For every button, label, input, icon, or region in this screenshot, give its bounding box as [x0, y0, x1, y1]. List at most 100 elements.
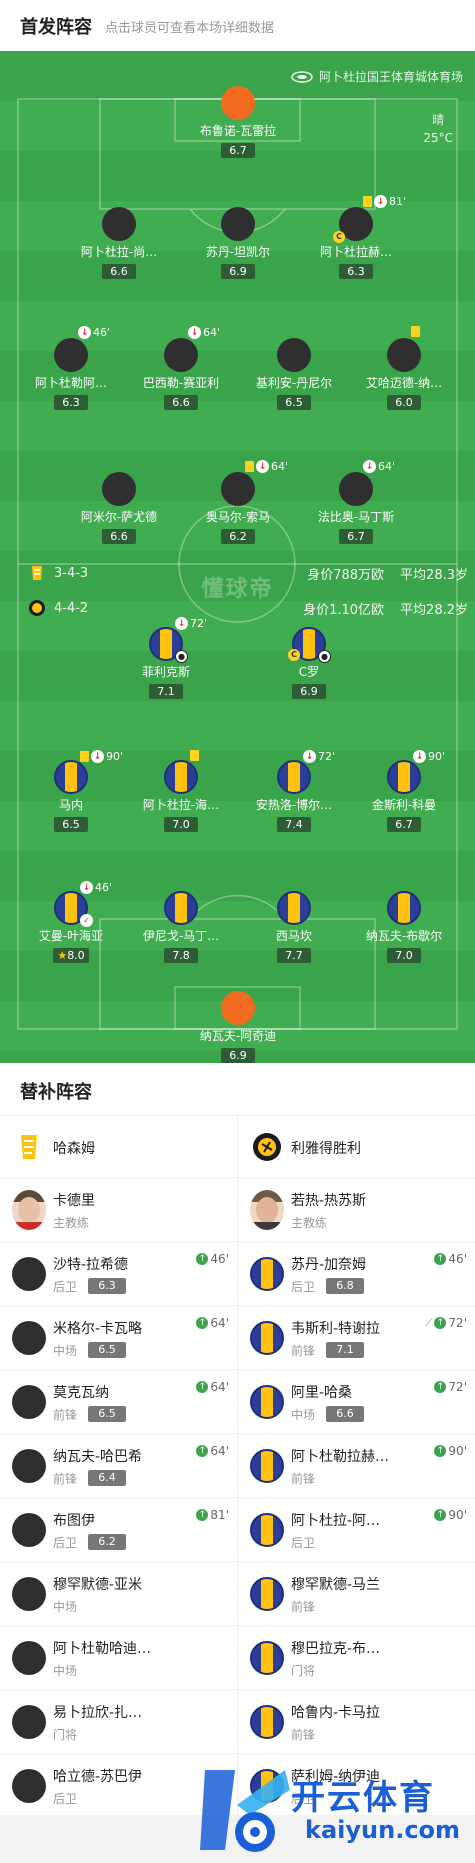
captain-badge-icon: C	[333, 231, 345, 243]
player-card[interactable]: 布鲁诺-瓦雷拉 6.7	[183, 86, 293, 158]
player-card[interactable]: ↓ 64' 奥马尔-索马 6.2	[183, 460, 293, 544]
event-minute: 64'	[378, 460, 396, 473]
coach-row[interactable]: 若热-热苏斯 主教练	[238, 1178, 475, 1242]
sub-rating: 6.4	[88, 1470, 126, 1486]
yellow-card-icon	[363, 196, 372, 207]
player-card[interactable]: ↓ 46' 阿卜杜勒阿… 6.3	[16, 326, 126, 410]
player-name: 纳瓦夫-阿奇迪	[199, 1029, 277, 1043]
sub-row[interactable]: 韦斯利-特谢拉 前锋 7.1 ⟋ ↑ 72'	[238, 1306, 475, 1370]
player-events: ↓ 81'	[363, 195, 406, 208]
sub-position: 中场	[53, 1664, 78, 1678]
brand-logo-icon	[200, 1770, 290, 1852]
player-card[interactable]: 纳瓦夫-布歇尔 7.0	[349, 891, 459, 963]
coach-row[interactable]: 卡德里 主教练	[0, 1178, 237, 1242]
away-team-header[interactable]: 利雅得胜利	[238, 1116, 475, 1178]
sub-row[interactable]: 易卜拉欣-扎… 门将	[0, 1690, 237, 1754]
player-rating: 6.7	[339, 529, 373, 544]
event-minute: 46'	[93, 326, 111, 339]
event-minute: 72'	[190, 617, 208, 630]
player-avatar	[250, 1577, 284, 1611]
player-card[interactable]: ✓ ↓ 46' 艾曼-叶海亚 ★8.0	[16, 881, 126, 963]
sub-row[interactable]: 布图伊 后卫 6.2 ↑ 81'	[0, 1498, 237, 1562]
event-minute: 64'	[203, 326, 221, 339]
player-rating: 7.0	[387, 948, 421, 963]
player-events: ↓ 46'	[78, 326, 110, 339]
sub-name: 阿卜杜勒哈迪…	[53, 1641, 151, 1657]
player-events: ↓ 46'	[80, 881, 112, 894]
player-avatar	[12, 1641, 46, 1675]
sub-row[interactable]: 穆罕默德-马兰 前锋	[238, 1562, 475, 1626]
home-team-logo-icon	[21, 1135, 37, 1159]
sub-row[interactable]: 苏丹-加奈姆 后卫 6.8 ↑ 46'	[238, 1242, 475, 1306]
sub-position: 后卫	[53, 1536, 78, 1550]
sub-in-minute: 90'	[448, 1508, 467, 1522]
coach-avatar	[250, 1190, 284, 1230]
sub-out-icon: ↓	[374, 195, 387, 208]
player-card[interactable]: 伊尼戈-马丁… 7.8	[126, 891, 236, 963]
player-avatar	[12, 1257, 46, 1291]
sub-row[interactable]: 沙特-拉希德 后卫 6.3 ↑ 46'	[0, 1242, 237, 1306]
event-minute: 72'	[318, 750, 336, 763]
sub-in-icon: ↑	[434, 1509, 447, 1521]
player-rating-value: 8.0	[67, 949, 85, 962]
player-events: ↓ 90'	[80, 750, 123, 763]
player-avatar	[164, 891, 198, 925]
player-card[interactable]: 西马坎 7.7	[239, 891, 349, 963]
sub-row[interactable]: 哈鲁内-卡马拉 前锋	[238, 1690, 475, 1754]
sub-row[interactable]: 穆巴拉克-布… 门将	[238, 1626, 475, 1690]
player-name: 艾曼-叶海亚	[38, 929, 104, 943]
player-avatar	[12, 1769, 46, 1803]
player-card[interactable]: 基利安-丹尼尔 6.5	[239, 338, 349, 410]
player-card[interactable]: ↓ 64' 巴西勒-赛亚利 6.6	[126, 326, 236, 410]
player-name: 金斯利-科曼	[371, 798, 437, 812]
sub-out-icon: ↓	[78, 326, 91, 339]
player-avatar	[164, 750, 199, 794]
player-card[interactable]: 阿米尔-萨尤德 6.6	[64, 472, 174, 544]
player-card[interactable]: 阿卜杜拉-尚… 6.6	[64, 207, 174, 279]
player-card[interactable]: C ● C罗 6.9	[254, 627, 364, 699]
player-card[interactable]: C ↓ 81' 阿卜杜拉赫… 6.3	[301, 195, 411, 279]
player-rating: 7.1	[149, 684, 183, 699]
player-card[interactable]: ↓ 72' 安热洛-博尔… 7.4	[239, 750, 349, 832]
home-team-name: 哈森姆	[53, 1141, 95, 1157]
sub-row[interactable]: 莫克瓦纳 前锋 6.5 ↑ 64'	[0, 1370, 237, 1434]
player-name: 阿卜杜勒阿…	[34, 376, 107, 390]
player-name: 伊尼戈-马丁…	[142, 929, 220, 943]
sub-row[interactable]: 纳瓦夫-哈巴希 前锋 6.4 ↑ 64'	[0, 1434, 237, 1498]
sub-in-info: ↑ 64'	[196, 1380, 229, 1394]
sub-rating: 6.5	[88, 1342, 126, 1358]
sub-out-icon: ↓	[80, 881, 93, 894]
sub-row[interactable]: 阿卜杜拉-阿… 后卫 ↑ 90'	[238, 1498, 475, 1562]
sub-row[interactable]: 米格尔-卡瓦略 中场 6.5 ↑ 64'	[0, 1306, 237, 1370]
sub-row[interactable]: 穆罕默德-亚米 中场	[0, 1562, 237, 1626]
player-avatar: C ●	[288, 627, 331, 663]
player-card[interactable]: ↓ 90' 马内 6.5	[16, 750, 126, 832]
player-rating: 6.9	[292, 684, 326, 699]
sub-row[interactable]: 阿卜杜勒拉赫… 前锋 ↑ 90'	[238, 1434, 475, 1498]
player-card[interactable]: 艾哈迈德-纳… 6.0	[349, 326, 459, 410]
sub-position: 后卫	[53, 1792, 78, 1806]
sub-row[interactable]: 阿里-哈桑 中场 6.6 ↑ 72'	[238, 1370, 475, 1434]
player-rating: 6.9	[221, 264, 255, 279]
player-card[interactable]: 苏丹-坦凯尔 6.9	[183, 207, 293, 279]
sub-name: 哈鲁内-卡马拉	[291, 1705, 381, 1721]
goal-ball-icon: ●	[318, 650, 331, 663]
player-name: 西马坎	[275, 929, 312, 943]
sub-row[interactable]: 阿卜杜勒哈迪… 中场	[0, 1626, 237, 1690]
player-rating: 7.0	[164, 817, 198, 832]
player-card[interactable]: 阿卜杜拉-海… 7.0	[126, 750, 236, 832]
player-card[interactable]: ↓ 90' 金斯利-科曼 6.7	[349, 750, 459, 832]
sub-in-icon: ↑	[196, 1317, 209, 1329]
home-team-header[interactable]: 哈森姆	[0, 1116, 237, 1178]
player-card[interactable]: ● ↓ 72' 菲利克斯 7.1	[111, 617, 221, 699]
player-name: 菲利克斯	[141, 665, 190, 679]
player-card[interactable]: 纳瓦夫-阿奇迪 6.9	[183, 991, 293, 1063]
player-avatar	[221, 991, 255, 1025]
player-card[interactable]: ↓ 64' 法比奥-马丁斯 6.7	[301, 460, 411, 544]
player-name: 阿卜杜拉-尚…	[80, 245, 158, 259]
player-name: 艾哈迈德-纳…	[365, 376, 443, 390]
brand-name-en: kaiyun.com	[305, 1816, 461, 1844]
player-rating: 6.3	[54, 395, 88, 410]
sub-in-icon: ↑	[434, 1445, 447, 1457]
assist-boot-icon: ✓	[80, 914, 93, 927]
